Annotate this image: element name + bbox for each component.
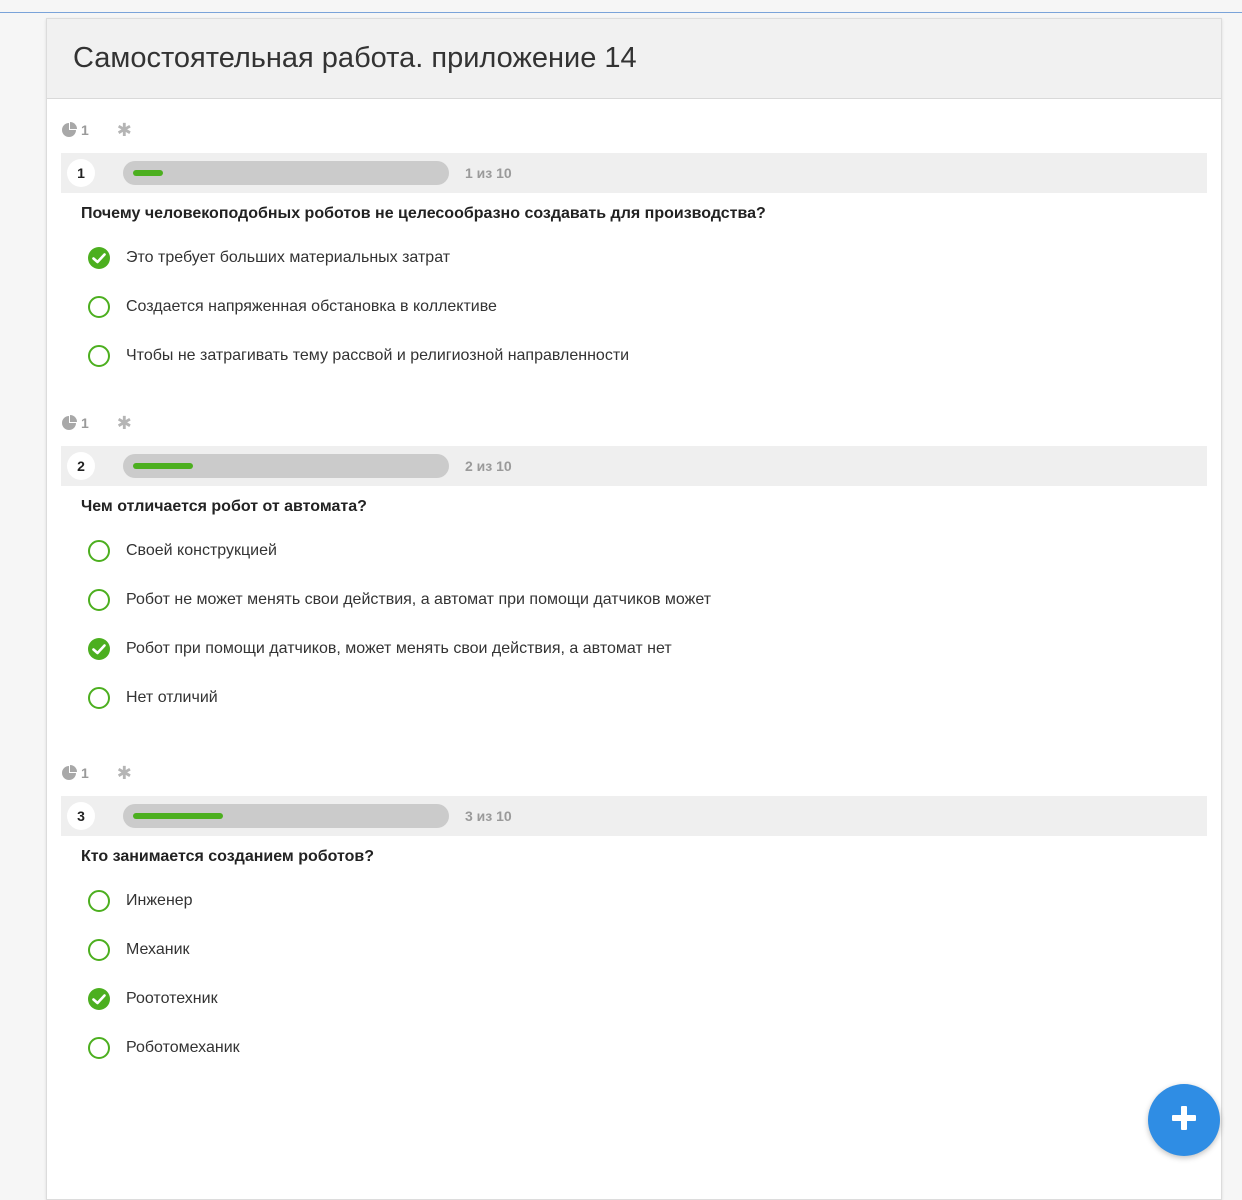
- progress-text: 3 из 10: [465, 808, 512, 824]
- answer-option[interactable]: Чтобы не затрагивать тему рассвой и рели…: [87, 331, 1207, 380]
- test-card: Самостоятельная работа. приложение 14 1 …: [46, 18, 1222, 1200]
- radio-circle-icon: [87, 344, 111, 368]
- asterisk-icon: ✱: [116, 119, 132, 140]
- progress-bar: [123, 454, 449, 478]
- progress-fill: [133, 463, 193, 469]
- radio-circle-icon: [87, 539, 111, 563]
- progress-fill: [133, 813, 223, 819]
- add-button[interactable]: [1148, 1084, 1220, 1156]
- progress-text: 1 из 10: [465, 165, 512, 181]
- progress-bar: [123, 161, 449, 185]
- answer-option[interactable]: Механик: [87, 925, 1207, 974]
- plus-icon: [1170, 1104, 1198, 1137]
- answer-option[interactable]: Робот при помощи датчиков, может менять …: [87, 624, 1207, 673]
- progress-fill: [133, 170, 163, 176]
- answer-label: Робот не может менять свои действия, а а…: [126, 590, 712, 608]
- answer-label: Это требует больших материальных затрат: [126, 248, 451, 266]
- answer-option[interactable]: Создается напряженная обстановка в колле…: [87, 282, 1207, 331]
- answer-label: Создается напряженная обстановка в колле…: [126, 297, 497, 315]
- question-text: Кто занимается созданием роботов?: [81, 848, 375, 865]
- question-meta: 1 ✱: [61, 107, 1207, 153]
- answer-label: Роботомеханик: [126, 1038, 240, 1056]
- card-header: Самостоятельная работа. приложение 14: [47, 19, 1221, 99]
- radio-circle-icon: [87, 1036, 111, 1060]
- answer-list: Своей конструкцией Робот не может менять…: [61, 526, 1207, 722]
- question-points: 1: [81, 765, 89, 781]
- answer-label: Механик: [126, 940, 190, 958]
- answer-label: Инженер: [126, 891, 193, 909]
- radio-circle-icon: [87, 588, 111, 612]
- answer-option[interactable]: Робот не может менять свои действия, а а…: [87, 575, 1207, 624]
- radio-circle-icon: [87, 686, 111, 710]
- answer-label: Чтобы не затрагивать тему рассвой и рели…: [126, 346, 630, 364]
- answer-label: Нет отличий: [126, 688, 218, 706]
- question-number: 2: [67, 452, 95, 480]
- answer-option[interactable]: Роототехник: [87, 974, 1207, 1023]
- pie-chart-icon: [61, 415, 77, 431]
- progress-bar: [123, 804, 449, 828]
- question-header: 1 1 из 10: [61, 153, 1207, 193]
- answer-option[interactable]: Нет отличий: [87, 673, 1207, 722]
- radio-circle-icon: [87, 295, 111, 319]
- check-circle-icon: [87, 637, 111, 661]
- check-circle-icon: [87, 987, 111, 1011]
- answer-label: Робот при помощи датчиков, может менять …: [126, 639, 672, 657]
- question-header: 3 3 из 10: [61, 796, 1207, 836]
- answer-list: Инженер Механик Роототехник Роботомехани…: [61, 876, 1207, 1072]
- answer-option[interactable]: Роботомеханик: [87, 1023, 1207, 1072]
- question-number: 1: [67, 159, 95, 187]
- question-meta: 1 ✱: [61, 750, 1207, 796]
- answer-option[interactable]: Это требует больших материальных затрат: [87, 233, 1207, 282]
- question-section-3: 1 ✱ 3 3 из 10 Кто занимается созданием р…: [47, 750, 1221, 1072]
- question-points: 1: [81, 415, 89, 431]
- question-points: 1: [81, 122, 89, 138]
- page-title: Самостоятельная работа. приложение 14: [73, 42, 637, 74]
- question-text: Почему человекоподобных роботов не целес…: [81, 205, 766, 222]
- answer-option[interactable]: Своей конструкцией: [87, 526, 1207, 575]
- question-section-1: 1 ✱ 1 1 из 10 Почему человекоподобных ро…: [47, 107, 1221, 380]
- answer-option[interactable]: Инженер: [87, 876, 1207, 925]
- check-circle-icon: [87, 246, 111, 270]
- question-section-2: 1 ✱ 2 2 из 10 Чем отличается робот от ав…: [47, 400, 1221, 722]
- answer-list: Это требует больших материальных затрат …: [61, 233, 1207, 380]
- pie-chart-icon: [61, 765, 77, 781]
- question-text: Чем отличается робот от автомата?: [81, 498, 367, 515]
- pie-chart-icon: [61, 122, 77, 138]
- answer-label: Роототехник: [126, 989, 218, 1007]
- asterisk-icon: ✱: [116, 762, 132, 783]
- asterisk-icon: ✱: [116, 412, 132, 433]
- question-number: 3: [67, 802, 95, 830]
- top-border-line: [0, 12, 1242, 13]
- radio-circle-icon: [87, 938, 111, 962]
- progress-text: 2 из 10: [465, 458, 512, 474]
- answer-label: Своей конструкцией: [126, 541, 277, 559]
- question-meta: 1 ✱: [61, 400, 1207, 446]
- question-header: 2 2 из 10: [61, 446, 1207, 486]
- radio-circle-icon: [87, 889, 111, 913]
